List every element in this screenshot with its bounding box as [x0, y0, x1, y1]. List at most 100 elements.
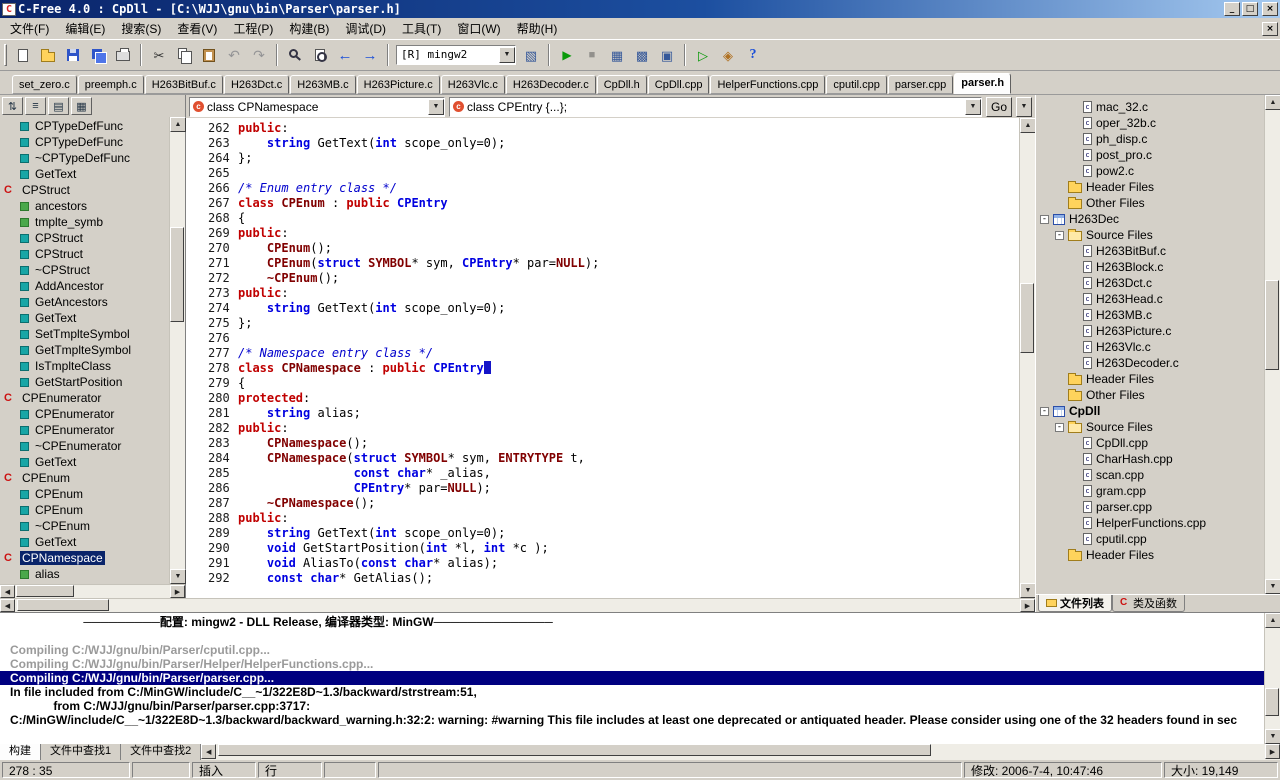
symbol-item[interactable]: CPStruct — [0, 230, 169, 246]
scroll-right-icon[interactable]: ▶ — [1020, 599, 1035, 612]
project-item[interactable]: -H263Dec — [1036, 211, 1264, 227]
code-line[interactable]: 266/* Enum entry class */ — [186, 181, 1019, 196]
file-tab[interactable]: CpDll.cpp — [648, 75, 710, 94]
code-line[interactable]: 265 — [186, 166, 1019, 181]
project-item[interactable]: Other Files — [1036, 195, 1264, 211]
chevron-down-icon[interactable]: ▼ — [499, 47, 515, 63]
scrollbar-thumb[interactable] — [17, 599, 109, 611]
scroll-up-icon[interactable]: ▲ — [1265, 613, 1280, 628]
scroll-left-icon[interactable]: ◀ — [0, 585, 15, 598]
file-tab[interactable]: set_zero.c — [12, 75, 77, 94]
symbol-item[interactable]: GetTmplteSymbol — [0, 342, 169, 358]
scrollbar-track[interactable] — [15, 599, 1020, 612]
expand-all-button[interactable]: ▦ — [71, 97, 92, 115]
symbol-item[interactable]: CPTypeDefFunc — [0, 118, 169, 134]
minimize-button[interactable]: _ — [1224, 2, 1240, 16]
symbol-item[interactable]: tmplte_symb — [0, 214, 169, 230]
build-button[interactable]: ▩ — [630, 44, 654, 67]
scroll-down-icon[interactable]: ▼ — [1265, 579, 1280, 594]
project-item[interactable]: cputil.cpp — [1036, 531, 1264, 547]
scrollbar-thumb[interactable] — [218, 744, 931, 756]
code-line[interactable]: 271 CPEnum(struct SYMBOL* sym, CPEntry* … — [186, 256, 1019, 271]
scroll-down-icon[interactable]: ▼ — [1020, 583, 1036, 598]
scrollbar-track[interactable] — [216, 744, 1265, 760]
symbol-tree-scrollbar[interactable]: ▲ ▼ — [169, 117, 185, 584]
scrollbar-thumb[interactable] — [1265, 280, 1279, 370]
code-line[interactable]: 276 — [186, 331, 1019, 346]
chevron-down-icon[interactable]: ▼ — [965, 99, 981, 115]
code-line[interactable]: 289 string GetText(int scope_only=0); — [186, 526, 1019, 541]
project-item[interactable]: H263Block.c — [1036, 259, 1264, 275]
code-line[interactable]: 273public: — [186, 286, 1019, 301]
code-line[interactable]: 263 string GetText(int scope_only=0); — [186, 136, 1019, 151]
project-item[interactable]: H263BitBuf.c — [1036, 243, 1264, 259]
file-tab[interactable]: cputil.cpp — [826, 75, 886, 94]
menu-item[interactable]: 工具(T) — [394, 17, 449, 40]
collapse-icon[interactable]: - — [1040, 215, 1049, 224]
symbol-item[interactable]: AddAncestor — [0, 278, 169, 294]
code-line[interactable]: 284 CPNamespace(struct SYMBOL* sym, ENTR… — [186, 451, 1019, 466]
compiler-combo[interactable]: [R] mingw2▼ — [396, 45, 516, 65]
pan-button[interactable]: ◈ — [716, 44, 740, 67]
compile-button[interactable]: ▦ — [605, 44, 629, 67]
symbol-item[interactable]: CPEnum — [0, 502, 169, 518]
output-line[interactable] — [0, 629, 1264, 643]
stop-button[interactable]: ■ — [580, 44, 604, 67]
scrollbar-thumb[interactable] — [1020, 283, 1034, 353]
classes-functions-tab[interactable]: 类及函数 — [1112, 595, 1185, 612]
find-in-files-1-tab[interactable]: 文件中查找1 — [41, 744, 121, 760]
open-file-button[interactable] — [36, 44, 60, 67]
scroll-left-icon[interactable]: ◀ — [201, 744, 216, 759]
member-combo[interactable]: class CPEntry {...}; ▼ — [449, 97, 982, 117]
save-all-button[interactable] — [86, 44, 110, 67]
menu-item[interactable]: 窗口(W) — [449, 17, 508, 40]
project-item[interactable]: Other Files — [1036, 387, 1264, 403]
scroll-up-icon[interactable]: ▲ — [1020, 118, 1036, 133]
symbol-item[interactable]: CPStruct — [0, 182, 169, 198]
code-editor[interactable]: 262public:263 string GetText(int scope_o… — [186, 118, 1019, 598]
collapse-icon[interactable]: - — [1040, 407, 1049, 416]
menu-item[interactable]: 构建(B) — [281, 17, 337, 40]
output-line[interactable]: Compiling C:/WJJ/gnu/bin/Parser/Helper/H… — [0, 657, 1264, 671]
sort-by-type-button[interactable]: ≡ — [25, 97, 46, 115]
collapse-icon[interactable]: - — [1055, 231, 1064, 240]
code-line[interactable]: 267class CPEnum : public CPEntry — [186, 196, 1019, 211]
code-line[interactable]: 281 string alias; — [186, 406, 1019, 421]
symbol-item[interactable]: IsTmplteClass — [0, 358, 169, 374]
undo-button[interactable]: ↶ — [222, 44, 246, 67]
symbol-item[interactable]: CPEnumerator — [0, 390, 169, 406]
project-item[interactable]: -CpDll — [1036, 403, 1264, 419]
project-item[interactable]: pow2.c — [1036, 163, 1264, 179]
run-button[interactable]: ▶ — [555, 44, 579, 67]
project-item[interactable]: -Source Files — [1036, 419, 1264, 435]
code-line[interactable]: 291 void AliasTo(const char* alias); — [186, 556, 1019, 571]
file-tab[interactable]: H263Dct.c — [224, 75, 289, 94]
project-item[interactable]: H263Vlc.c — [1036, 339, 1264, 355]
list-view-button[interactable]: ▤ — [48, 97, 69, 115]
scrollbar-track[interactable] — [1020, 133, 1035, 583]
code-line[interactable]: 270 CPEnum(); — [186, 241, 1019, 256]
debug-button[interactable]: ▷ — [691, 44, 715, 67]
scrollbar-track[interactable] — [15, 585, 170, 598]
navigate-back-button[interactable]: ← — [333, 44, 357, 67]
symbol-item[interactable]: ~CPEnumerator — [0, 438, 169, 454]
symbol-item[interactable]: ancestors — [0, 198, 169, 214]
symbol-item[interactable]: GetText — [0, 534, 169, 550]
paste-button[interactable] — [197, 44, 221, 67]
scrollbar-thumb[interactable] — [170, 227, 184, 322]
project-item[interactable]: Header Files — [1036, 547, 1264, 563]
output-line[interactable]: In file included from C:/MinGW/include/C… — [0, 685, 1264, 699]
navigate-forward-button[interactable]: → — [358, 44, 382, 67]
project-item[interactable]: parser.cpp — [1036, 499, 1264, 515]
scroll-right-icon[interactable]: ▶ — [170, 585, 185, 598]
code-line[interactable]: 290 void GetStartPosition(int *l, int *c… — [186, 541, 1019, 556]
chevron-down-icon[interactable]: ▼ — [428, 99, 444, 115]
code-line[interactable]: 268{ — [186, 211, 1019, 226]
menu-item[interactable]: 帮助(H) — [509, 17, 566, 40]
new-file-button[interactable] — [11, 44, 35, 67]
code-line[interactable]: 272 ~CPEnum(); — [186, 271, 1019, 286]
scope-combo[interactable]: class CPNamespace ▼ — [189, 97, 445, 117]
scroll-down-icon[interactable]: ▼ — [170, 569, 186, 584]
symbol-item[interactable]: CPEnum — [0, 486, 169, 502]
symbol-item[interactable]: alias — [0, 566, 169, 582]
